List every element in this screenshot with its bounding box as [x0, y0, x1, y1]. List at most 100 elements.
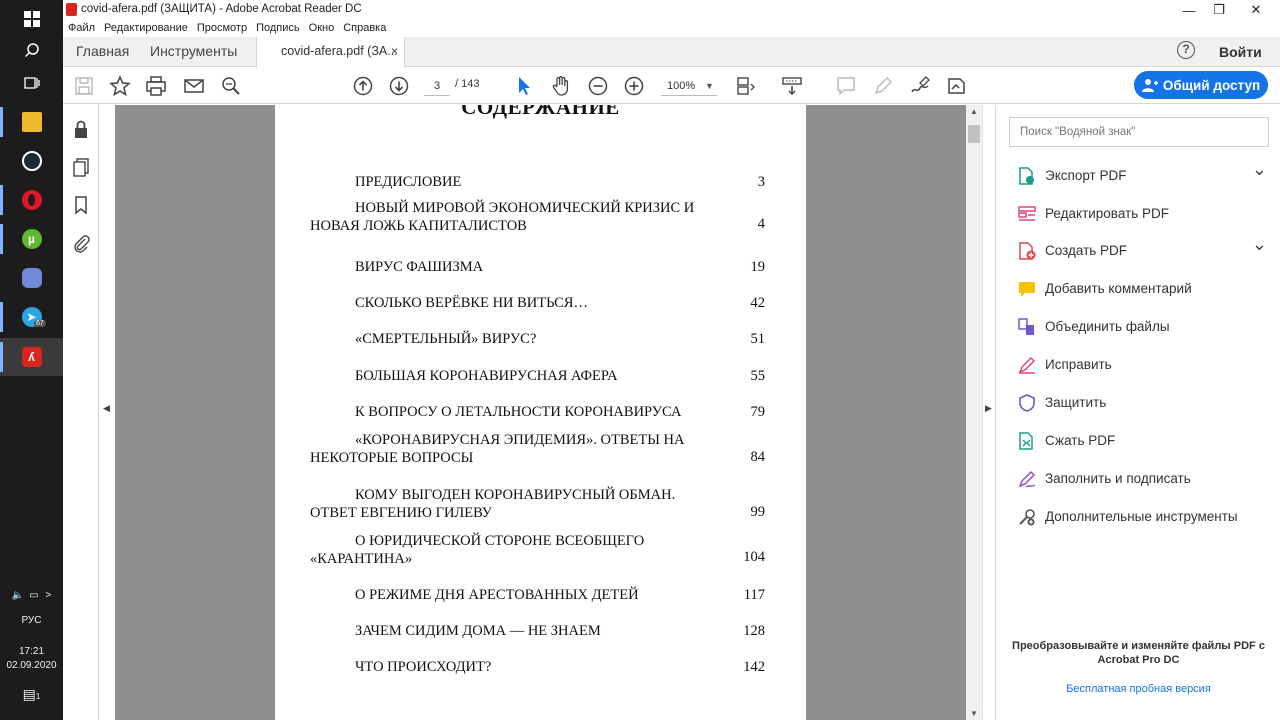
- tool-item[interactable]: Защитить: [996, 388, 1280, 418]
- tool-item[interactable]: Создать PDF ⌄: [996, 234, 1280, 266]
- tool-item[interactable]: Дополнительные инструменты: [996, 502, 1280, 532]
- tool-item[interactable]: Объединить файлы: [996, 312, 1280, 342]
- signin-button[interactable]: Войти: [1219, 44, 1262, 60]
- toc-entry[interactable]: КОМУ ВЫГОДЕН КОРОНАВИРУСНЫЙ ОБМАН. ОТВЕТ…: [310, 487, 765, 522]
- toc-entry[interactable]: БОЛЬШАЯ КОРОНАВИРУСНАЯ АФЕРА 55: [310, 368, 765, 386]
- comment-icon[interactable]: [834, 74, 858, 98]
- select-cursor-icon[interactable]: [512, 74, 536, 98]
- tool-item[interactable]: Добавить комментарий: [996, 274, 1280, 304]
- menu-sign[interactable]: Подпись: [256, 20, 300, 37]
- protect-shield-icon: [1019, 394, 1035, 412]
- hand-tool-icon[interactable]: [549, 74, 573, 98]
- save-icon[interactable]: [72, 74, 96, 98]
- page-display-icon[interactable]: [734, 74, 758, 98]
- left-pane-toggle[interactable]: ◀: [99, 105, 115, 720]
- menu-help[interactable]: Справка: [343, 20, 386, 37]
- email-icon[interactable]: [182, 74, 206, 98]
- find-icon[interactable]: [219, 74, 243, 98]
- lock-icon[interactable]: [71, 119, 91, 139]
- chevron-down-icon[interactable]: ⌄: [1252, 234, 1267, 255]
- bookmark-star-icon[interactable]: [108, 74, 132, 98]
- tool-item[interactable]: Сжать PDF: [996, 426, 1280, 456]
- menu-window[interactable]: Окно: [309, 20, 335, 37]
- utorrent-icon[interactable]: µ: [0, 220, 63, 258]
- tab-document[interactable]: covid-afera.pdf (ЗА... ×: [256, 37, 405, 68]
- volume-icon[interactable]: 🔈: [12, 590, 24, 601]
- next-page-icon[interactable]: [387, 74, 411, 98]
- toc-page-number: 4: [757, 216, 765, 232]
- attachments-icon[interactable]: [71, 233, 91, 253]
- help-icon[interactable]: ?: [1177, 41, 1195, 59]
- menu-edit[interactable]: Редактирование: [104, 20, 188, 37]
- notifications-icon[interactable]: ▤1: [0, 687, 63, 703]
- page-number-input[interactable]: [424, 76, 450, 96]
- toc-entry[interactable]: ЧТО ПРОИСХОДИТ? 142: [310, 659, 765, 677]
- tab-close-button[interactable]: ×: [391, 44, 398, 58]
- maximize-button[interactable]: ❐: [1201, 0, 1237, 20]
- bookmarks-icon[interactable]: [71, 195, 91, 215]
- toc-entry[interactable]: НОВЫЙ МИРОВОЙ ЭКОНОМИЧЕСКИЙ КРИЗИС И НОВ…: [310, 200, 765, 235]
- fill-sign-tool-icon[interactable]: [944, 74, 968, 98]
- vertical-scrollbar[interactable]: ▲ ▼: [966, 105, 982, 720]
- tool-item[interactable]: Исправить: [996, 350, 1280, 380]
- file-explorer-icon[interactable]: [0, 103, 63, 141]
- tab-tools[interactable]: Инструменты: [150, 43, 237, 59]
- tools-search-input[interactable]: [1009, 117, 1269, 147]
- page-thumbnails-icon[interactable]: [71, 157, 91, 177]
- tool-item[interactable]: Заполнить и подписать: [996, 464, 1280, 494]
- right-pane-toggle[interactable]: ▶: [982, 105, 995, 720]
- telegram-icon[interactable]: ➤ 67: [0, 298, 63, 336]
- clock-time[interactable]: 17:21: [0, 645, 63, 658]
- chevron-down-icon[interactable]: ▼: [705, 76, 714, 96]
- document-viewport[interactable]: СОДЕРЖАНИЕ ПРЕДИСЛОВИЕ 3 НОВЫЙ МИРОВОЙ ЭКО…: [115, 105, 966, 720]
- page-heading: СОДЕРЖАНИЕ: [461, 105, 620, 119]
- toc-entry[interactable]: ПРЕДИСЛОВИЕ 3: [310, 174, 765, 192]
- toc-entry[interactable]: О ЮРИДИЧЕСКОЙ СТОРОНЕ ВСЕОБЩЕГО «КАРАНТИ…: [310, 533, 765, 568]
- toc-title: ЧТО ПРОИСХОДИТ?: [355, 659, 492, 675]
- zoom-out-icon[interactable]: [586, 74, 610, 98]
- menu-file[interactable]: Файл: [68, 20, 95, 37]
- steam-icon[interactable]: [0, 142, 63, 180]
- scroll-up-icon[interactable]: ▲: [970, 107, 978, 116]
- language-indicator[interactable]: РУС: [0, 614, 63, 627]
- menu-bar: Файл Редактирование Просмотр Подпись Окн…: [63, 20, 1280, 37]
- toc-page-number: 79: [750, 404, 766, 420]
- close-window-button[interactable]: ✕: [1238, 0, 1274, 20]
- tool-item[interactable]: Экспорт PDF ⌄: [996, 159, 1280, 191]
- toc-page-number: 104: [743, 549, 765, 565]
- tool-label: Дополнительные инструменты: [1045, 509, 1238, 524]
- acrobat-taskbar-icon[interactable]: ʎ: [0, 338, 63, 376]
- tool-item[interactable]: Редактировать PDF: [996, 199, 1280, 229]
- free-trial-link[interactable]: Бесплатная пробная версия: [996, 683, 1280, 695]
- opera-icon[interactable]: [0, 181, 63, 219]
- scroll-thumb[interactable]: [968, 125, 980, 143]
- toc-entry[interactable]: ЗАЧЕМ СИДИМ ДОМА — НЕ ЗНАЕМ 128: [310, 623, 765, 641]
- toc-entry[interactable]: К ВОПРОСУ О ЛЕТАЛЬНОСТИ КОРОНАВИРУСА 79: [310, 404, 765, 422]
- toc-entry[interactable]: «СМЕРТЕЛЬНЫЙ» ВИРУС? 51: [310, 331, 765, 349]
- chevron-down-icon[interactable]: ⌄: [1252, 159, 1267, 180]
- discord-icon[interactable]: [0, 259, 63, 297]
- toc-entry[interactable]: ВИРУС ФАШИЗМА 19: [310, 259, 765, 277]
- tool-label: Редактировать PDF: [1045, 206, 1170, 221]
- tray-icons[interactable]: 🔈 ▭ >: [0, 589, 63, 602]
- scrolling-mode-icon[interactable]: [780, 74, 804, 98]
- highlight-pen-icon[interactable]: [871, 74, 895, 98]
- print-icon[interactable]: [144, 74, 168, 98]
- tab-home[interactable]: Главная: [76, 43, 129, 59]
- sign-icon[interactable]: [908, 74, 932, 98]
- toc-entry[interactable]: СКОЛЬКО ВЕРЁВКЕ НИ ВИТЬСЯ… 42: [310, 295, 765, 313]
- scroll-down-icon[interactable]: ▼: [970, 709, 978, 718]
- toc-entry[interactable]: «КОРОНАВИРУСНАЯ ЭПИДЕМИЯ». ОТВЕТЫ НА НЕК…: [310, 432, 765, 467]
- task-view-icon[interactable]: [0, 64, 63, 102]
- zoom-in-icon[interactable]: [622, 74, 646, 98]
- toc-title: ВИРУС ФАШИЗМА: [355, 259, 484, 275]
- share-button[interactable]: Общий доступ: [1134, 71, 1268, 99]
- toc-entry[interactable]: О РЕЖИМЕ ДНЯ АРЕСТОВАННЫХ ДЕТЕЙ 117: [310, 587, 765, 605]
- tool-label: Заполнить и подписать: [1045, 471, 1191, 486]
- menu-view[interactable]: Просмотр: [197, 20, 247, 37]
- previous-page-icon[interactable]: [351, 74, 375, 98]
- clock-date[interactable]: 02.09.2020: [0, 659, 63, 672]
- chevron-right-icon[interactable]: >: [45, 590, 51, 601]
- tool-label: Исправить: [1045, 357, 1112, 372]
- network-icon[interactable]: ▭: [29, 590, 38, 601]
